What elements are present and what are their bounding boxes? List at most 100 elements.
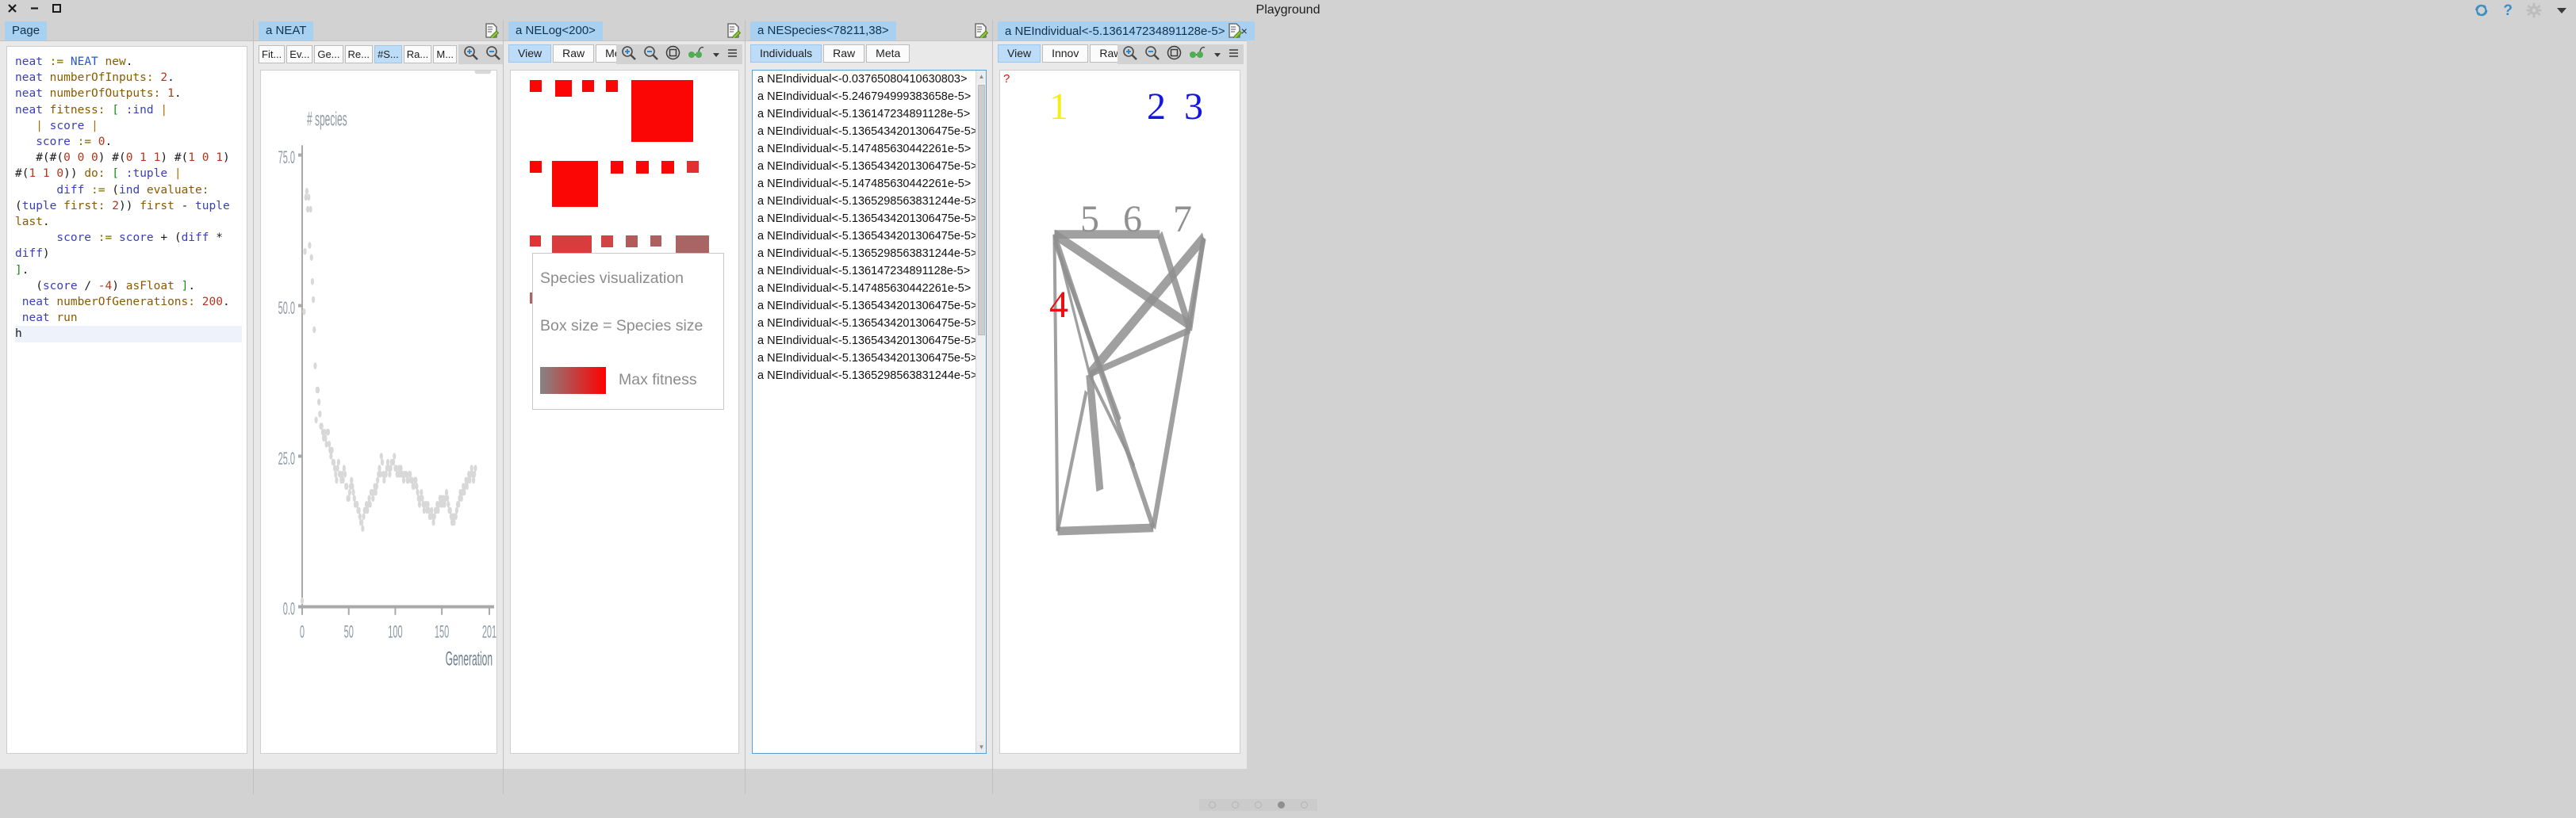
page-edit-icon[interactable] xyxy=(726,23,742,40)
zoom-in-icon[interactable] xyxy=(621,45,636,64)
neat-button-4[interactable]: #S... xyxy=(374,45,402,63)
pager-dot-2[interactable] xyxy=(1255,801,1262,808)
individuals-list[interactable]: a NEIndividual<-0.03765080410630803> a NE… xyxy=(752,70,987,754)
list-item[interactable]: a NEIndividual<-5.1365298563831244e-5> xyxy=(753,245,986,262)
hamburger-menu-icon[interactable] xyxy=(1229,48,1239,62)
help-icon[interactable]: ? xyxy=(2503,3,2513,18)
species-box[interactable] xyxy=(601,235,613,247)
network-node-5[interactable]: 5 xyxy=(1080,201,1099,239)
list-item[interactable]: a NEIndividual<-5.1365434201306475e-5> xyxy=(753,158,986,175)
network-node-4[interactable]: 4 xyxy=(1049,286,1068,324)
tab-page[interactable]: Page xyxy=(5,21,48,40)
species-box[interactable] xyxy=(687,161,699,173)
code-editor[interactable]: neat := NEAT new. neat numberOfInputs: 2… xyxy=(6,46,247,754)
page-edit-icon[interactable] xyxy=(974,23,989,40)
zoom-in-icon[interactable] xyxy=(1122,45,1137,64)
pager-dot-0[interactable] xyxy=(1209,801,1216,808)
refresh-icon[interactable] xyxy=(2474,2,2490,18)
network-node-7[interactable]: 7 xyxy=(1173,201,1192,239)
species-box[interactable] xyxy=(530,80,542,92)
zoom-out-icon[interactable] xyxy=(643,45,658,64)
fit-to-window-icon[interactable] xyxy=(665,45,680,64)
list-item[interactable]: a NEIndividual<-5.1365434201306475e-5> xyxy=(753,350,986,367)
tab-neat[interactable]: a NEAT xyxy=(259,21,314,40)
tab-innov[interactable]: Innov xyxy=(1042,44,1089,63)
hamburger-menu-icon[interactable] xyxy=(727,48,738,62)
species-box[interactable] xyxy=(611,161,623,174)
list-item[interactable]: a NEIndividual<-5.1365434201306475e-5> xyxy=(753,332,986,350)
network-node-6[interactable]: 6 xyxy=(1123,201,1142,239)
species-box[interactable] xyxy=(530,161,542,173)
tab-view[interactable]: View xyxy=(998,44,1041,63)
dropdown-caret-icon[interactable] xyxy=(1213,48,1221,62)
network-node-1[interactable]: 1 xyxy=(1049,88,1068,126)
list-item[interactable]: a NEIndividual<-5.1365298563831244e-5> xyxy=(753,367,986,384)
pager-dot-1[interactable] xyxy=(1232,801,1239,808)
species-box[interactable] xyxy=(661,161,674,174)
neat-button-0[interactable]: Fit... xyxy=(259,45,286,63)
list-item[interactable]: a NEIndividual<-5.1365434201306475e-5> xyxy=(753,210,986,227)
scroll-down-arrow-icon[interactable]: ▼ xyxy=(976,741,986,753)
neat-button-1[interactable]: Ev... xyxy=(286,45,313,63)
scroll-up-arrow-icon[interactable]: ▲ xyxy=(976,71,986,82)
tab-neindividual[interactable]: a NEIndividual<-5.136147234891128e-5> × xyxy=(998,21,1255,40)
gear-icon[interactable] xyxy=(2526,2,2542,18)
network-node-2[interactable]: 2 xyxy=(1147,88,1166,126)
neural-network-graph[interactable]: ? 1 23 4 567 xyxy=(999,70,1240,754)
list-item[interactable]: a NEIndividual<-5.136147234891128e-5> xyxy=(753,105,986,123)
inspect-glasses-icon[interactable] xyxy=(1189,46,1206,63)
page-edit-icon[interactable] xyxy=(1228,23,1243,40)
neat-button-6[interactable]: M... xyxy=(433,45,458,63)
inspect-glasses-icon[interactable] xyxy=(688,46,705,63)
species-box[interactable] xyxy=(530,235,541,247)
tab-nelog[interactable]: a NELog<200> xyxy=(508,21,603,40)
tab-nespecies[interactable]: a NESpecies<78211,38> xyxy=(750,21,896,40)
scrollbar-thumb[interactable] xyxy=(978,85,985,335)
list-item[interactable]: a NEIndividual<-5.1365434201306475e-5> xyxy=(753,297,986,315)
species-box[interactable] xyxy=(650,235,661,247)
species-box[interactable] xyxy=(636,161,649,174)
species-box[interactable] xyxy=(555,80,572,97)
neat-button-5[interactable]: Ra... xyxy=(403,45,432,63)
zoom-in-icon[interactable] xyxy=(463,45,479,64)
tab-individuals[interactable]: Individuals xyxy=(750,44,822,63)
zoom-out-icon[interactable] xyxy=(485,45,501,64)
species-box[interactable] xyxy=(582,80,594,92)
tab-raw[interactable]: Raw xyxy=(823,44,865,63)
chart-xtick: 50 xyxy=(344,621,354,641)
list-item[interactable]: a NEIndividual<-5.1365298563831244e-5> xyxy=(753,193,986,210)
list-item[interactable]: a NEIndividual<-5.246794999383658e-5> xyxy=(753,88,986,105)
individuals-scrollbar[interactable]: ▲ ▼ xyxy=(976,71,986,753)
legend-subtitle: Box size = Species size xyxy=(540,317,703,334)
list-item[interactable]: a NEIndividual<-5.147485630442261e-5> xyxy=(753,280,986,297)
species-box[interactable] xyxy=(626,235,638,247)
species-count-chart[interactable]: 0.0 25.0 50.0 75.0 0 50 100 150 201 # species Gene… xyxy=(260,67,497,754)
dropdown-caret-icon[interactable] xyxy=(712,48,720,62)
list-item[interactable]: a NEIndividual<-5.1365434201306475e-5> xyxy=(753,123,986,140)
neat-button-2[interactable]: Ge... xyxy=(314,45,343,63)
neindividual-tool-icons xyxy=(1117,44,1244,64)
tab-meta[interactable]: Meta xyxy=(866,44,910,63)
tab-view[interactable]: View xyxy=(508,44,552,63)
pager-dot-4[interactable] xyxy=(1301,801,1308,808)
species-box[interactable] xyxy=(631,80,693,142)
chevron-down-icon[interactable] xyxy=(2555,6,2568,15)
species-box[interactable] xyxy=(606,80,618,92)
list-item[interactable]: a NEIndividual<-0.03765080410630803> xyxy=(753,71,986,88)
list-item[interactable]: a NEIndividual<-5.147485630442261e-5> xyxy=(753,175,986,193)
pager-dots[interactable] xyxy=(1199,799,1317,811)
species-visualization[interactable]: Species visualization Box size = Species… xyxy=(510,70,739,754)
tab-raw[interactable]: Raw xyxy=(553,44,595,63)
network-node-3[interactable]: 3 xyxy=(1184,88,1203,126)
fit-to-window-icon[interactable] xyxy=(1167,45,1182,64)
pager-dot-3[interactable] xyxy=(1278,801,1285,808)
zoom-out-icon[interactable] xyxy=(1144,45,1160,64)
list-item[interactable]: a NEIndividual<-5.147485630442261e-5> xyxy=(753,140,986,158)
page-edit-icon[interactable] xyxy=(485,23,500,40)
list-item[interactable]: a NEIndividual<-5.1365434201306475e-5> xyxy=(753,315,986,332)
list-item[interactable]: a NEIndividual<-5.1365434201306475e-5> xyxy=(753,227,986,245)
list-item[interactable]: a NEIndividual<-5.136147234891128e-5> xyxy=(753,262,986,280)
species-box[interactable] xyxy=(552,161,598,207)
neat-button-3[interactable]: Re... xyxy=(344,45,373,63)
